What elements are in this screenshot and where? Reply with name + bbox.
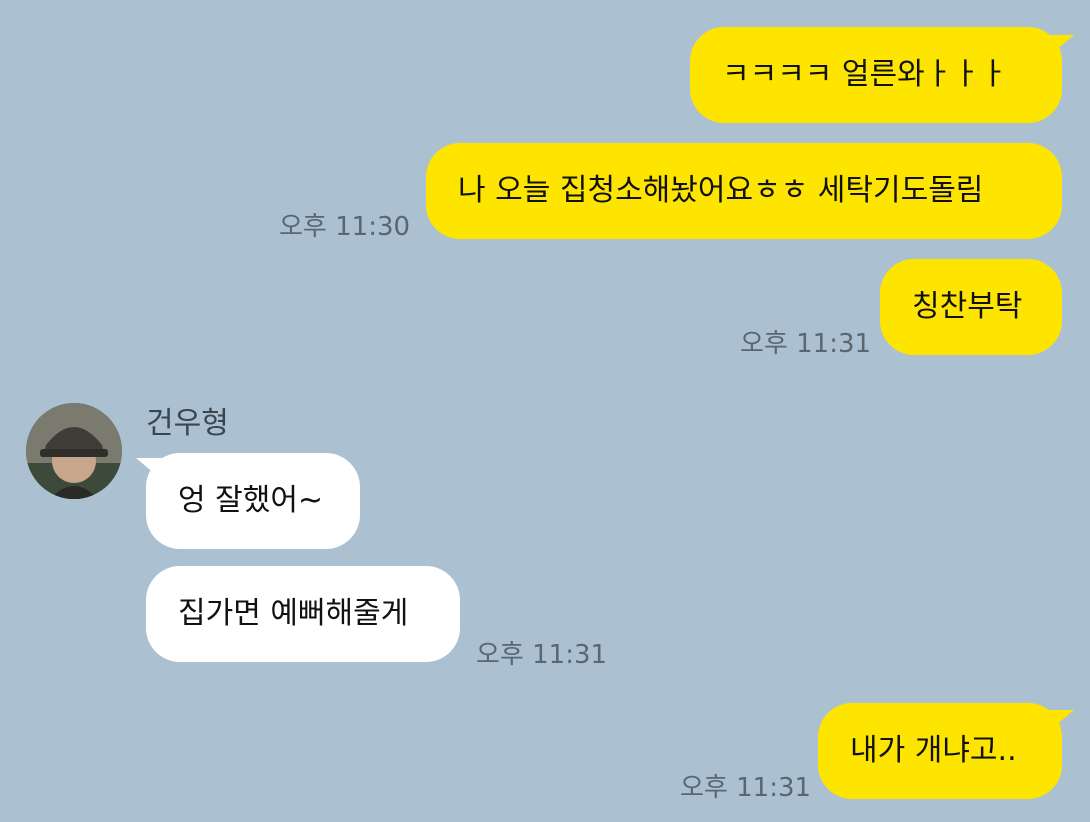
bubble-tail	[1048, 710, 1074, 732]
message-text: ㅋㅋㅋㅋ 얼른와ㅏㅏㅏ	[722, 57, 1008, 92]
message-text: 내가 개냐고..	[850, 733, 1017, 768]
message-text: 집가면 예뻐해줄게	[178, 596, 409, 631]
sender-name: 건우형	[146, 406, 229, 441]
sender-avatar[interactable]	[26, 403, 122, 499]
message-bubble-mine[interactable]: 나 오늘 집청소해놨어요ㅎㅎ 세탁기도돌림	[426, 143, 1062, 239]
message-text: 나 오늘 집청소해놨어요ㅎㅎ 세탁기도돌림	[458, 173, 984, 208]
message-bubble-theirs[interactable]: 집가면 예뻐해줄게	[146, 566, 460, 662]
message-time: 오후 11:31	[476, 640, 608, 670]
message-bubble-theirs[interactable]: 엉 잘했어~	[146, 453, 360, 549]
message-time: 오후 11:30	[279, 212, 411, 242]
message-time: 오후 11:31	[740, 329, 872, 359]
message-bubble-mine[interactable]: 내가 개냐고..	[818, 703, 1062, 799]
message-bubble-mine[interactable]: 칭찬부탁	[880, 259, 1062, 355]
message-text: 칭찬부탁	[912, 289, 1023, 324]
bubble-tail	[1048, 35, 1074, 57]
avatar-photo-icon	[26, 403, 122, 499]
message-time: 오후 11:31	[680, 773, 812, 803]
bubble-tail	[136, 458, 162, 480]
message-bubble-mine[interactable]: ㅋㅋㅋㅋ 얼른와ㅏㅏㅏ	[690, 27, 1062, 123]
message-text: 엉 잘했어~	[178, 483, 324, 518]
